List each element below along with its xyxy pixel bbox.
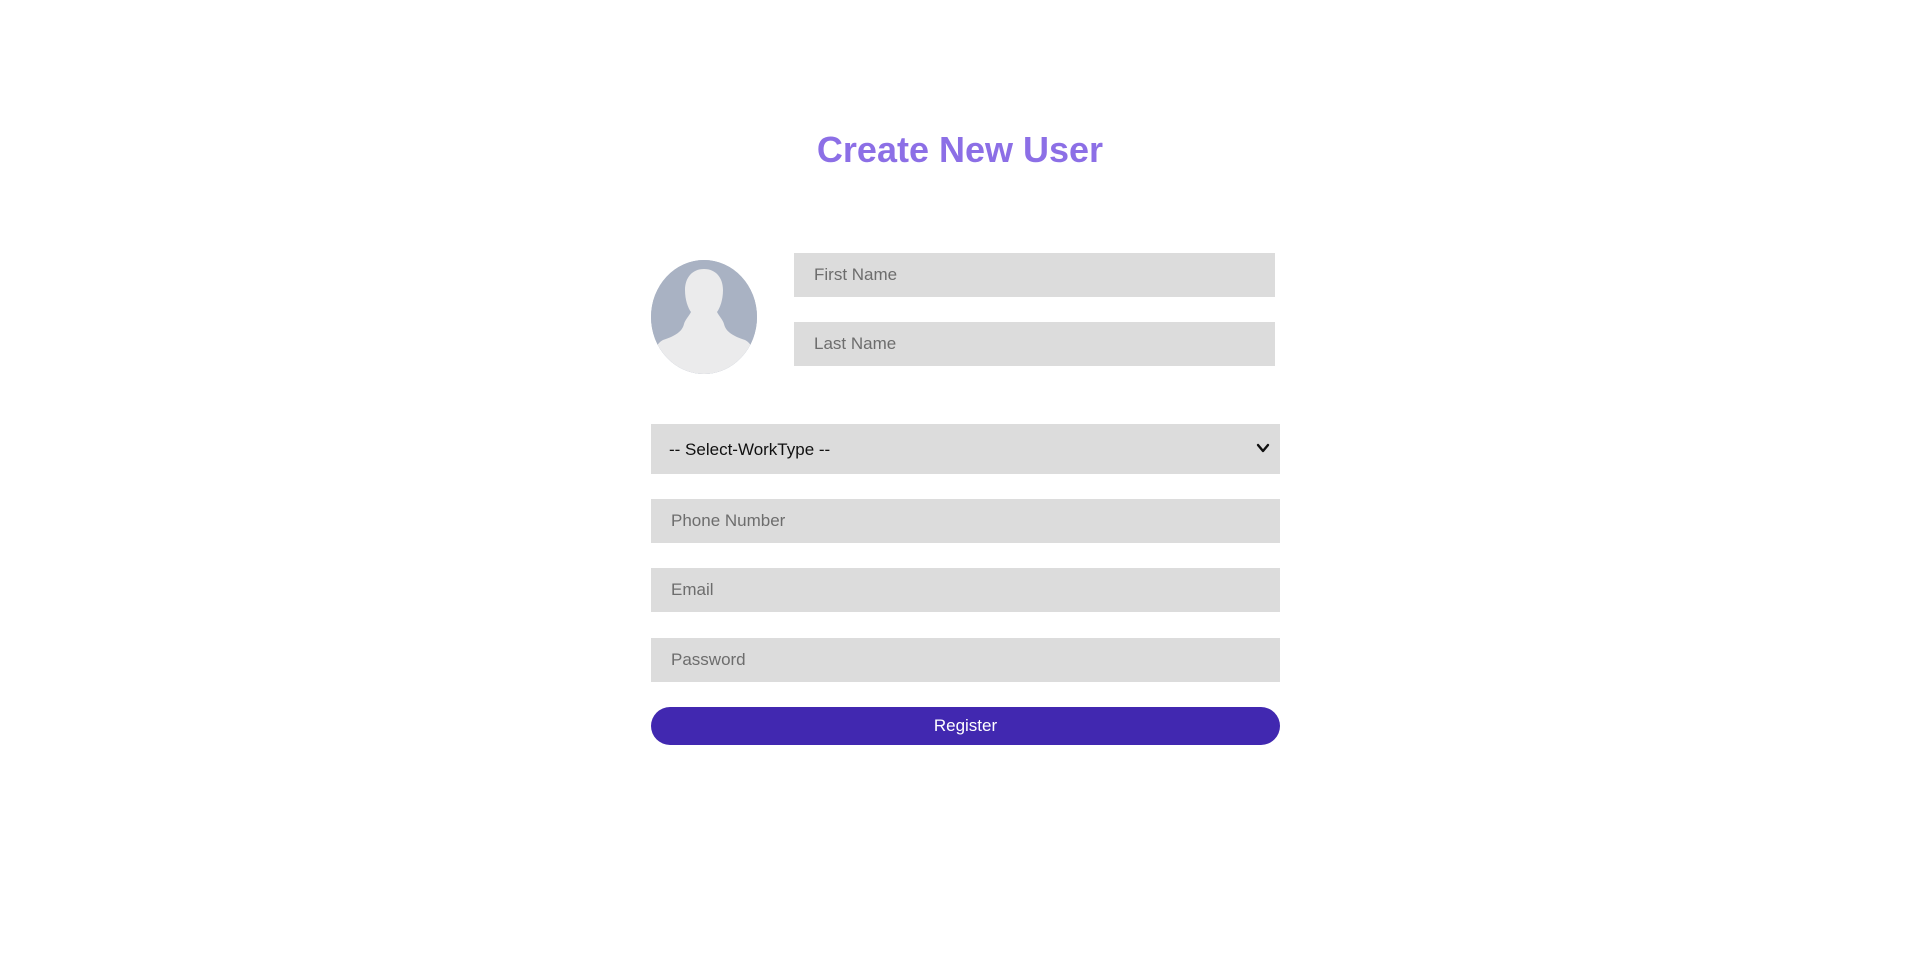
create-user-page: Create New User -- Select-WorkType -- Re…	[0, 0, 1920, 967]
last-name-input[interactable]	[794, 322, 1275, 366]
password-input[interactable]	[651, 638, 1280, 682]
register-button[interactable]: Register	[651, 707, 1280, 745]
first-name-input[interactable]	[794, 253, 1275, 297]
email-input[interactable]	[651, 568, 1280, 612]
work-type-select[interactable]: -- Select-WorkType --	[651, 424, 1280, 474]
phone-number-input[interactable]	[651, 499, 1280, 543]
work-type-select-wrapper: -- Select-WorkType --	[651, 424, 1280, 474]
avatar[interactable]	[651, 260, 757, 374]
page-title: Create New User	[816, 129, 1104, 170]
user-silhouette-icon	[651, 260, 757, 374]
